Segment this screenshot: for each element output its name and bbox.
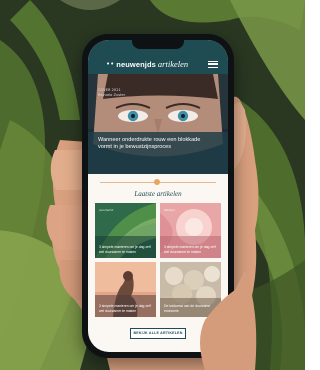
- article-card-tag: Aandacht: [99, 208, 114, 212]
- article-card-title: 3 simpele manieren om je dag zelf wel du…: [99, 245, 151, 254]
- app-header: •• neuwenjds artikelen: [88, 40, 228, 74]
- divider-dot-icon: [154, 179, 160, 185]
- article-card-tag: Welzijn: [164, 208, 175, 212]
- hamburger-menu-icon[interactable]: [208, 61, 218, 68]
- featured-article[interactable]: COVER 2021 Revuelo Zuster Wanneer onderd…: [88, 74, 228, 174]
- featured-article-meta: COVER 2021 Revuelo Zuster: [98, 88, 125, 98]
- article-card[interactable]: Welzijn 3 simpele manieren om je dag zel…: [160, 203, 221, 258]
- photo-scene: •• neuwenjds artikelen COVER 2021 Revuel…: [0, 0, 305, 370]
- logo-main-text: neuwenjds: [116, 59, 156, 69]
- article-card[interactable]: 3 simpele manieren om je dag zelf wel du…: [95, 262, 156, 317]
- article-card-title: 3 simpele manieren om je dag zelf wel du…: [164, 245, 216, 254]
- view-all-articles-button[interactable]: BEKIJK ALLE ARTIKELEN: [130, 328, 186, 339]
- logo-italic-text: artikelen: [157, 59, 189, 69]
- logo-mark: ••: [106, 59, 115, 68]
- featured-article-title[interactable]: Wanneer onderdrukte rouw een blokkade vo…: [98, 137, 208, 151]
- article-card[interactable]: Aandacht 3 simpele manieren om je dag ze…: [95, 203, 156, 258]
- phone-notch: [132, 40, 184, 49]
- thumb: [200, 270, 257, 370]
- site-logo[interactable]: •• neuwenjds artikelen: [106, 57, 188, 71]
- latest-articles-heading: Laatste artikelen: [134, 190, 182, 198]
- article-card-title: 3 simpele manieren om je dag zelf wel du…: [99, 304, 151, 313]
- featured-meta-line2: Revuelo Zuster: [98, 93, 126, 97]
- section-divider: [100, 179, 216, 185]
